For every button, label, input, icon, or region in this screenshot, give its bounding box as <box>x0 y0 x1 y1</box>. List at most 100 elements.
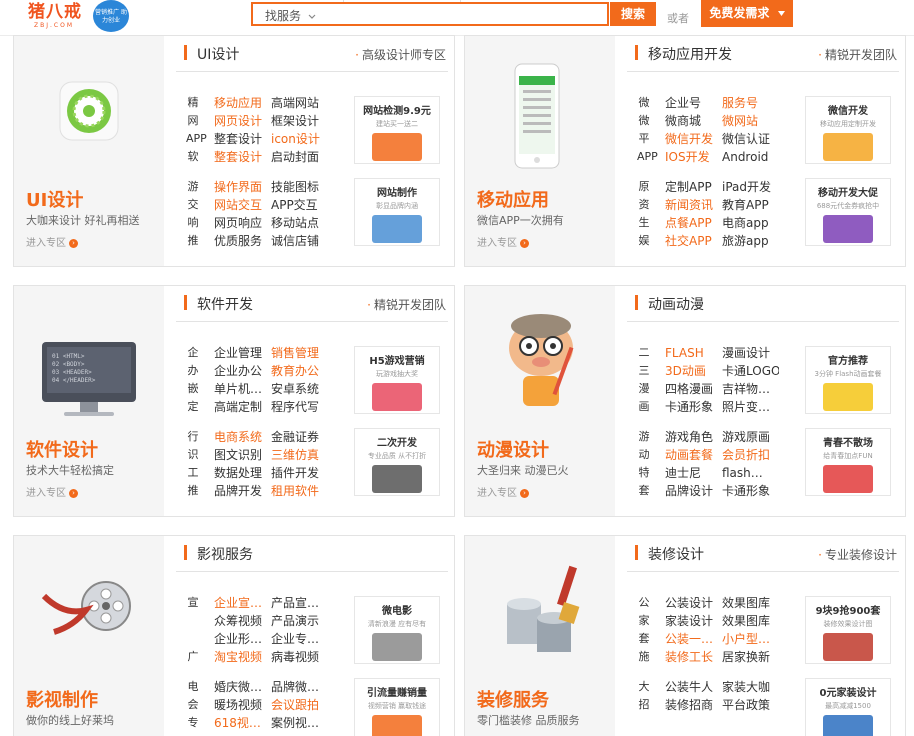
service-link[interactable]: 装修工长 <box>665 648 722 666</box>
promo-tile[interactable]: 引流量赚销量 视频营销 赢取钱途 <box>354 678 440 736</box>
service-link[interactable]: 会议跟拍 <box>271 696 328 714</box>
promo-tile[interactable]: 微信开发 移动应用定制开发 <box>805 96 891 164</box>
service-link[interactable]: 家装大咖 <box>722 678 779 696</box>
service-link[interactable]: 漫画设计 <box>722 344 779 362</box>
search-category-dropdown[interactable]: 找服务 <box>265 7 316 24</box>
service-link[interactable]: 金融证券 <box>271 428 328 446</box>
service-link[interactable]: 高端网站 <box>271 94 328 112</box>
service-link[interactable]: 点餐APP <box>665 214 722 232</box>
promo-tile[interactable]: 青春不散场 给青春加点FUN <box>805 428 891 496</box>
service-link[interactable]: 插件开发 <box>271 464 328 482</box>
service-link[interactable]: 效果图库 <box>722 612 779 630</box>
service-link[interactable]: 电商系统 <box>214 428 271 446</box>
service-link[interactable]: 小户型… <box>722 630 779 648</box>
service-link[interactable]: 品牌开发 <box>214 482 271 500</box>
service-link[interactable]: 卡通形象 <box>722 482 779 500</box>
service-link[interactable]: 框架设计 <box>271 112 328 130</box>
service-link[interactable]: 整套设计 <box>214 130 271 148</box>
category-title[interactable]: 移动应用开发 <box>648 44 732 64</box>
service-link[interactable]: IOS开发 <box>665 148 722 166</box>
service-link[interactable]: 优质服务 <box>214 232 271 250</box>
service-link[interactable]: 产品演示 <box>271 612 328 630</box>
service-link[interactable]: 三维仿真 <box>271 446 328 464</box>
category-more-link[interactable]: · 高级设计师专区 <box>355 46 446 63</box>
enter-zone-link[interactable]: 进入专区› <box>477 234 529 249</box>
category-more-link[interactable]: · 精锐开发团队 <box>367 296 446 313</box>
promo-tile[interactable]: 0元家装设计 最高减减1500 <box>805 678 891 736</box>
service-link[interactable]: 微信开发 <box>665 130 722 148</box>
service-link[interactable]: 病毒视频 <box>271 648 328 666</box>
service-link[interactable]: 高端定制 <box>214 398 271 416</box>
service-link[interactable]: APP交互 <box>271 196 328 214</box>
service-link[interactable]: 教育办公 <box>271 362 328 380</box>
service-link[interactable]: 平台政策 <box>722 696 779 714</box>
service-link[interactable]: 公装牛人 <box>665 678 722 696</box>
service-link[interactable]: 产品宣… <box>271 594 328 612</box>
service-link[interactable]: 网页响应 <box>214 214 271 232</box>
enter-zone-link[interactable]: 进入专区› <box>477 484 529 499</box>
service-link[interactable]: 技能图标 <box>271 178 328 196</box>
category-banner[interactable]: 移动应用 微信APP一次拥有 进入专区 › <box>465 36 615 266</box>
service-link[interactable]: 品牌微… <box>271 678 328 696</box>
service-link[interactable]: 618视… <box>214 714 271 732</box>
service-link[interactable]: 会员折扣 <box>722 446 779 464</box>
service-link[interactable]: 程序代写 <box>271 398 328 416</box>
service-link[interactable]: 3D动画 <box>665 362 722 380</box>
promo-tile[interactable]: 网站制作 彰显品牌内涵 <box>354 178 440 246</box>
service-link[interactable]: 数据处理 <box>214 464 271 482</box>
service-link[interactable]: 定制APP <box>665 178 722 196</box>
category-banner[interactable]: 影视制作 做你的线上好莱坞 进入专区› <box>14 536 164 736</box>
service-link[interactable]: 租用软件 <box>271 482 328 500</box>
service-link[interactable]: 网站交互 <box>214 196 271 214</box>
promo-tile[interactable]: 移动开发大促 688元代金券疯抢中 <box>805 178 891 246</box>
service-link[interactable]: 居家换新 <box>722 648 779 666</box>
service-link[interactable]: 企业办公 <box>214 362 271 380</box>
promo-tile[interactable]: 网站检测9.9元 建站买一送二 <box>354 96 440 164</box>
service-link[interactable]: 卡通形象 <box>665 398 722 416</box>
service-link[interactable]: 企业管理 <box>214 344 271 362</box>
enter-zone-link[interactable]: 进入专区› <box>26 484 78 499</box>
promo-badge[interactable]: 营销推广 助力创业 <box>93 0 129 32</box>
service-link[interactable]: 卡通LOGO <box>722 362 779 380</box>
service-link[interactable]: icon设计 <box>271 130 328 148</box>
service-link[interactable]: 网页设计 <box>214 112 271 130</box>
service-link[interactable]: 迪士尼 <box>665 464 722 482</box>
service-link[interactable]: 企业形… <box>214 630 271 648</box>
service-link[interactable]: 企业专… <box>271 630 328 648</box>
promo-tile[interactable]: 9块9抢900套 装修效果设计图 <box>805 596 891 664</box>
service-link[interactable]: 移动站点 <box>271 214 328 232</box>
search-input[interactable]: 找服务 <box>251 2 609 26</box>
service-link[interactable]: iPad开发 <box>722 178 779 196</box>
service-link[interactable]: 动画套餐 <box>665 446 722 464</box>
service-link[interactable]: 四格漫画 <box>665 380 722 398</box>
service-link[interactable]: 淘宝视频 <box>214 648 271 666</box>
promo-tile[interactable]: H5游戏营销 玩游戏抽大奖 <box>354 346 440 414</box>
category-banner[interactable]: 装修服务 零门槛装修 品质服务 进入专区› <box>465 536 615 736</box>
service-link[interactable]: 企业号 <box>665 94 722 112</box>
category-banner[interactable]: 动漫设计 大圣归来 动漫已火 进入专区 › <box>465 286 615 516</box>
category-title[interactable]: 影视服务 <box>197 544 253 564</box>
service-link[interactable]: 婚庆微… <box>214 678 271 696</box>
service-link[interactable]: flash… <box>722 464 779 482</box>
service-link[interactable]: 众筹视频 <box>214 612 271 630</box>
service-link[interactable]: 装修招商 <box>665 696 722 714</box>
service-link[interactable]: 销售管理 <box>271 344 328 362</box>
category-title[interactable]: 软件开发 <box>197 294 253 314</box>
promo-tile[interactable]: 官方推荐 3分钟 Flash动画套餐 <box>805 346 891 414</box>
service-link[interactable]: 诚信店铺 <box>271 232 328 250</box>
service-link[interactable]: 公装设计 <box>665 594 722 612</box>
service-link[interactable]: 图文识别 <box>214 446 271 464</box>
service-link[interactable]: 教育APP <box>722 196 779 214</box>
promo-tile[interactable]: 微电影 清新浪漫 应有尽有 <box>354 596 440 664</box>
service-link[interactable]: 移动应用 <box>214 94 271 112</box>
service-link[interactable]: 新闻资讯 <box>665 196 722 214</box>
category-banner[interactable]: 01 <HTML> 02 <BODY> 03 <HEADER> 04 </HEADER… <box>14 286 164 516</box>
service-link[interactable]: 启动封面 <box>271 148 328 166</box>
service-link[interactable]: 效果图库 <box>722 594 779 612</box>
service-link[interactable]: 整套设计 <box>214 148 271 166</box>
category-banner[interactable]: UI设计 大咖来设计 好礼再相送 进入专区 › <box>14 36 164 266</box>
service-link[interactable]: 电商app <box>722 214 779 232</box>
service-link[interactable]: 操作界面 <box>214 178 271 196</box>
service-link[interactable]: Android <box>722 148 779 166</box>
category-title[interactable]: 动画动漫 <box>648 294 704 314</box>
